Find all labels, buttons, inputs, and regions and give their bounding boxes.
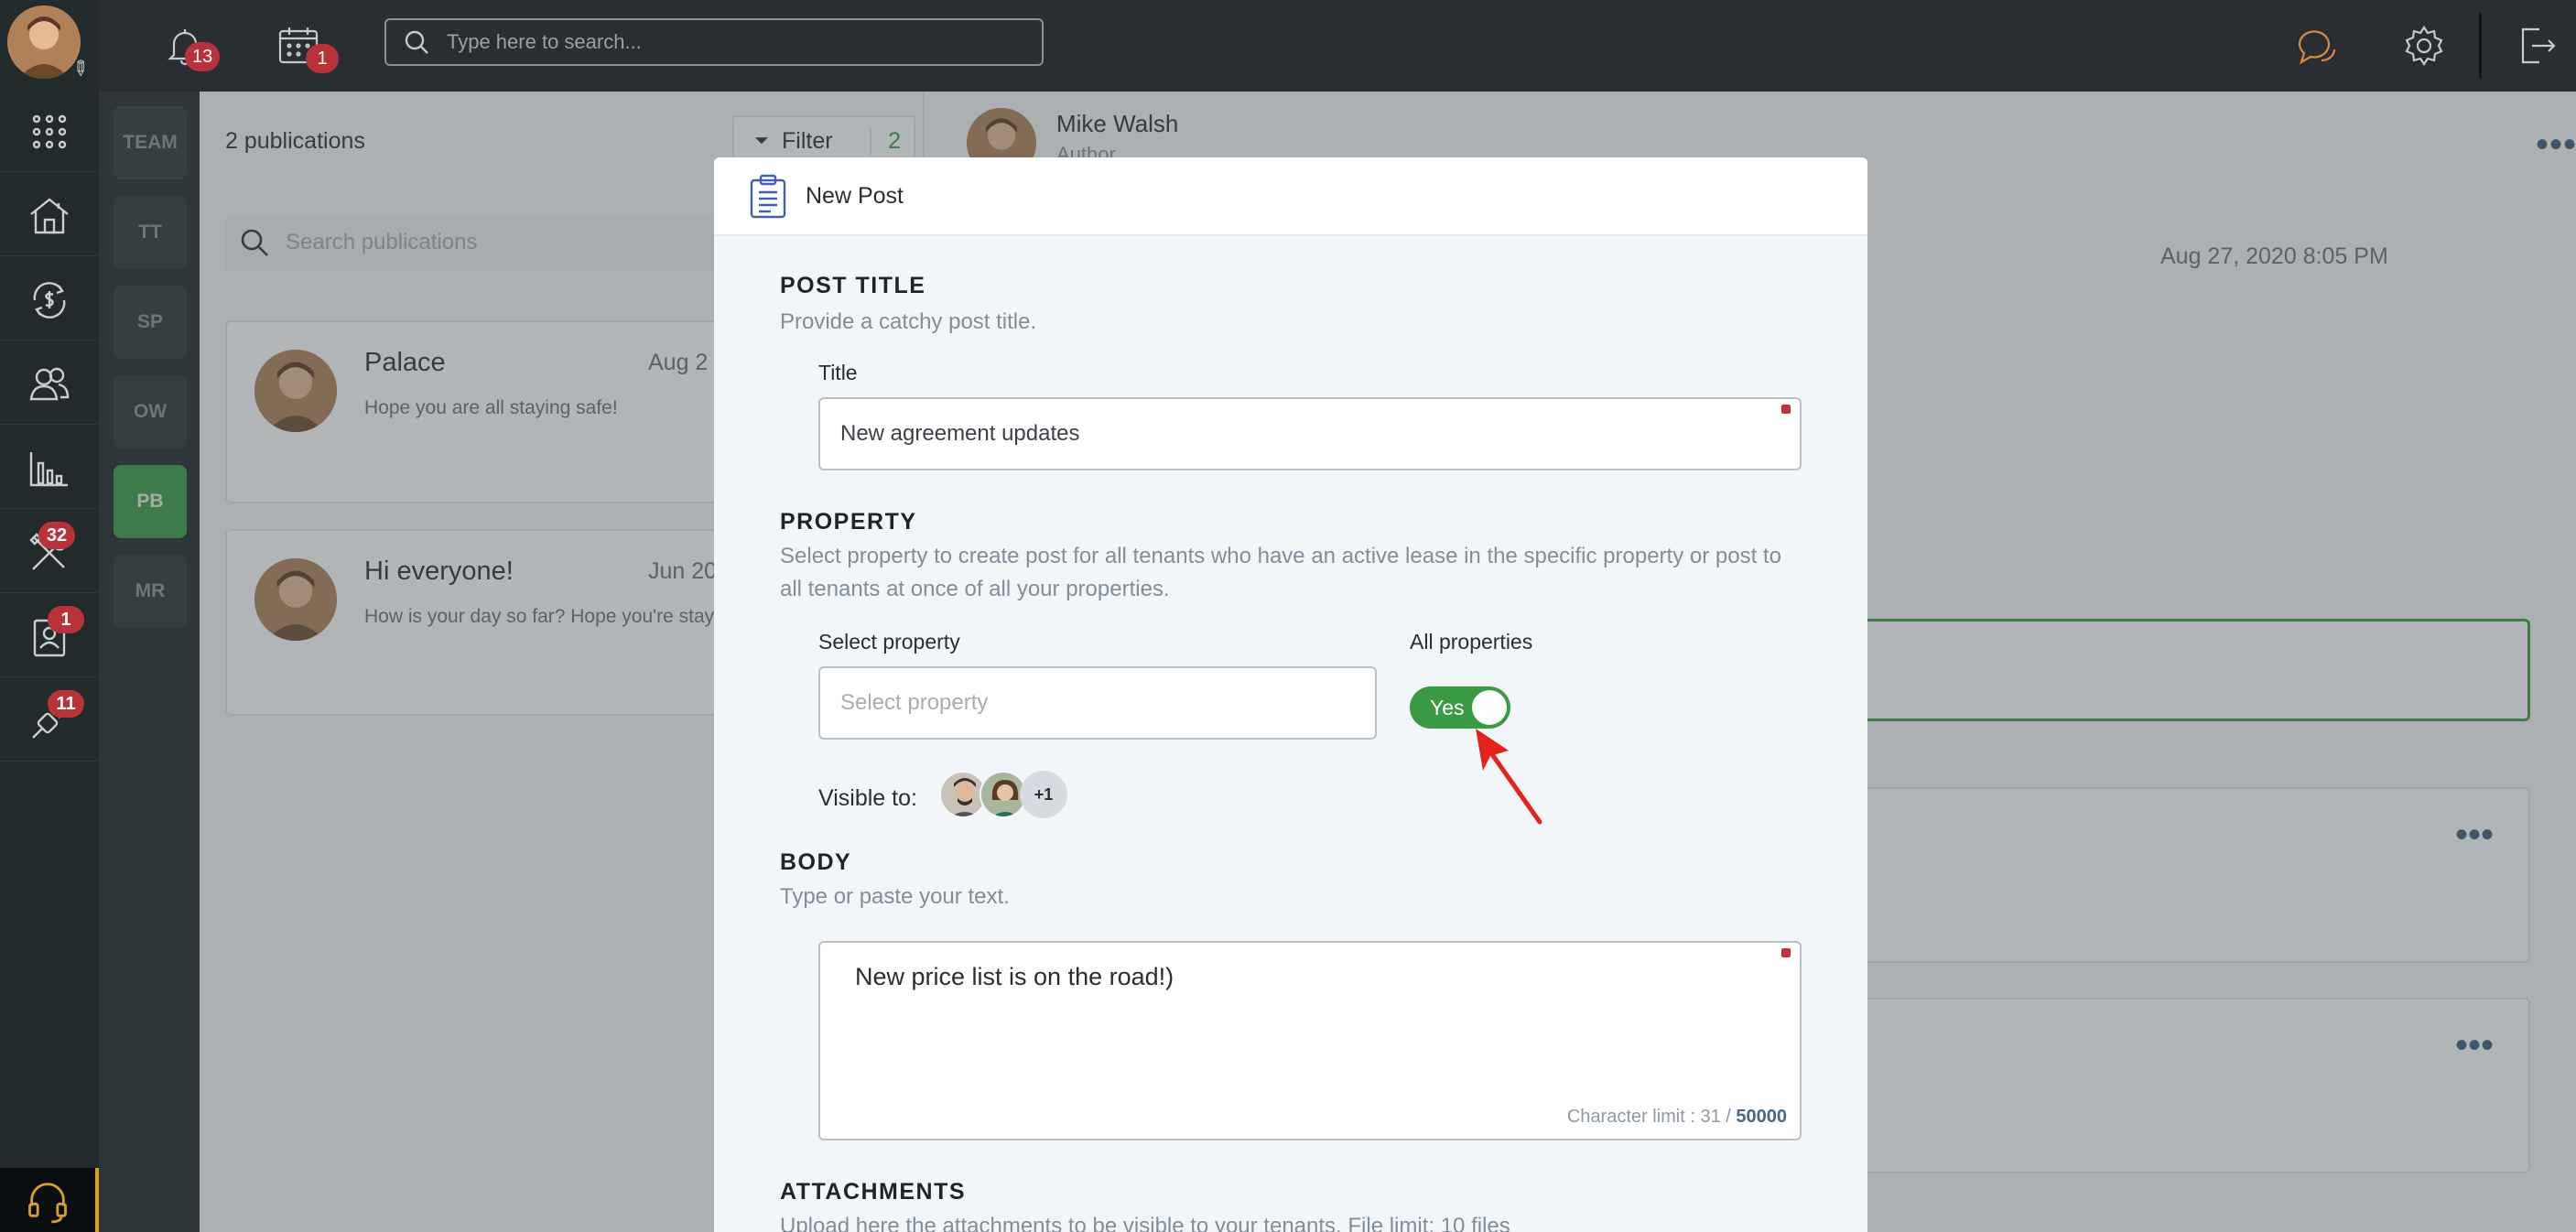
applications-button[interactable]: 1 [0, 597, 99, 677]
property-select[interactable]: Select property [818, 666, 1377, 740]
post-title-heading: POST TITLE [780, 273, 926, 298]
calendar-button[interactable]: 1 [271, 18, 339, 73]
title-field-label: Title [818, 361, 858, 384]
logout-icon [2521, 27, 2556, 64]
clipboard-icon [750, 174, 786, 219]
title-input[interactable]: New agreement updates [818, 397, 1802, 470]
property-subtitle: Select property to create post for all t… [780, 544, 1781, 601]
support-button[interactable] [0, 1168, 99, 1232]
all-properties-label: All properties [1410, 630, 1533, 654]
applications-badge: 1 [48, 606, 84, 633]
select-property-label: Select property [818, 630, 960, 654]
body-text: New price list is on the road!) [855, 963, 1174, 990]
topbar-divider [2479, 13, 2482, 79]
chat-button[interactable] [2289, 18, 2343, 73]
modal-header: New Post [714, 157, 1867, 236]
visible-to-label: Visible to: [818, 785, 917, 811]
search-icon [405, 30, 428, 54]
reports-button[interactable] [0, 428, 99, 509]
gear-icon [2405, 26, 2443, 66]
apps-grid-icon [32, 114, 67, 148]
house-icon [30, 197, 69, 233]
notifications-badge: 13 [185, 42, 221, 71]
payments-button[interactable] [0, 260, 99, 340]
attachments-heading: ATTACHMENTS [780, 1179, 967, 1205]
top-bar: 13 1 [99, 0, 2576, 92]
character-limit: Character limit : 31 / 50000 [1567, 1107, 1787, 1128]
maintenance-button[interactable]: 32 [0, 513, 99, 593]
global-search-input[interactable] [447, 30, 1033, 54]
integrations-button[interactable]: 11 [0, 681, 99, 762]
body-textarea[interactable]: New price list is on the road!) Characte… [818, 941, 1802, 1140]
new-post-modal: New Post POST TITLE Provide a catchy pos… [714, 157, 1867, 1232]
people-button[interactable] [0, 344, 99, 425]
required-indicator [1781, 405, 1791, 414]
property-heading: PROPERTY [780, 509, 917, 535]
character-limit-text: Character limit : 31 / [1566, 1107, 1737, 1127]
users-icon [29, 367, 70, 400]
modal-title: New Post [806, 183, 904, 209]
maintenance-badge: 32 [38, 522, 75, 549]
bar-chart-icon [29, 451, 68, 486]
global-search[interactable] [384, 18, 1044, 66]
properties-button[interactable] [0, 176, 99, 256]
logout-button[interactable] [2508, 18, 2563, 73]
apps-grid-button[interactable] [0, 92, 99, 172]
headset-icon [28, 1183, 67, 1224]
required-indicator [1781, 948, 1791, 957]
left-rail: ✎ 32 1 11 [0, 0, 99, 1232]
calendar-badge: 1 [306, 44, 339, 73]
attachments-subtitle: Upload here the attachments to be visibl… [780, 1214, 1510, 1232]
character-limit-max: 50000 [1736, 1107, 1787, 1127]
body-subtitle: Type or paste your text. [780, 884, 1010, 909]
body-heading: BODY [780, 849, 852, 875]
visible-more-count[interactable]: +1 [1020, 771, 1067, 818]
integrations-badge: 11 [48, 690, 84, 718]
money-cycle-icon [33, 281, 66, 319]
post-title-subtitle: Provide a catchy post title. [780, 309, 1037, 334]
notifications-button[interactable]: 13 [157, 18, 221, 73]
chat-icon [2298, 30, 2336, 65]
annotation-arrow-icon [1476, 729, 1542, 825]
settings-button[interactable] [2397, 18, 2452, 73]
